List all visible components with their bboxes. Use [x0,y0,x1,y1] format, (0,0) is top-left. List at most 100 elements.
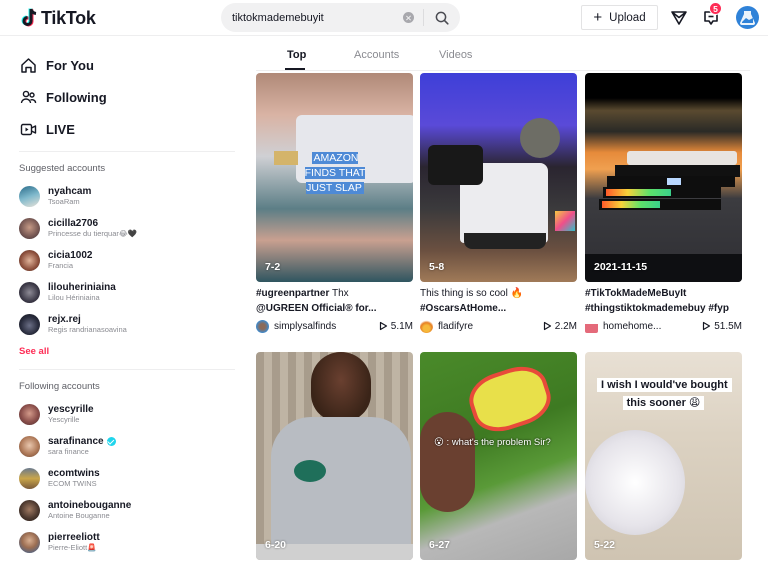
account-display-name: Pierre-Eliott🚨 [48,542,97,552]
caption-hashtag[interactable]: #TikTokMadeMeBuyIt [585,288,686,299]
see-all-link[interactable]: See all [19,346,49,357]
suggested-account[interactable]: cicilla2706 Princesse du tierquar😂🖤 [19,216,137,240]
led-shape [667,178,681,185]
avatar[interactable] [736,6,759,29]
logo-text: TikTok [41,7,96,28]
video-caption[interactable]: #TikTokMadeMeBuyIt #thingstiktokmademebu… [585,286,745,316]
video-meta: fladifyre 2.2M [420,318,577,334]
search-input[interactable] [221,3,403,32]
messages-button[interactable] [667,6,691,30]
led-meter-shape [602,201,660,208]
account-display-name: TsoaRam [48,196,80,206]
following-account[interactable]: pierreeliott Pierre-Eliott🚨 [19,530,100,554]
upload-button[interactable]: + Upload [581,5,658,30]
following-account[interactable]: yescyrille Yescyrille [19,402,94,426]
light-bar-shape [607,176,735,187]
avatar [19,467,40,489]
view-count: 51.5M [702,321,742,332]
account-username: cicilla2706 [48,217,99,229]
video-thumbnail[interactable]: I wish I would've bought this sooner 😩 5… [585,352,742,560]
video-thumbnail[interactable]: AMAZON FINDS THAT JUST SLAP 7-2 [256,73,413,282]
views-text: 51.5M [714,320,742,332]
author-name[interactable]: simplysalfinds [274,321,379,332]
home-icon [21,57,36,73]
video-date: 6-20 [265,539,287,551]
author-avatar[interactable] [585,319,598,333]
video-date: 5-22 [594,539,616,551]
video-meta: simplysalfinds 5.1M [256,318,413,334]
avatar [19,313,40,335]
account-username: yescyrille [48,403,94,415]
account-username: ecomtwins [48,467,100,479]
video-overlay-text: 😮 : what's the problem Sir? [434,437,551,448]
account-display-name: Antoine Bouganne [48,510,110,520]
author-name[interactable]: homehome... [603,321,702,332]
account-username: rejx.rej [48,313,81,325]
overlay-text: I wish I would've bought this sooner 😩 [597,378,732,410]
account-display-name: sara finance [48,446,89,456]
caption-hashtag[interactable]: #ugreenpartner [256,288,329,299]
sidebar-item-live[interactable]: LIVE [20,118,75,140]
account-display-name: Francia [48,260,74,270]
sidebar-item-following[interactable]: Following [20,86,107,108]
avatar [19,403,40,425]
video-thumbnail[interactable]: 2021-11-15 [585,73,742,282]
green-device-shape [294,460,326,482]
sidebar-item-for-you[interactable]: For You [20,54,94,76]
following-account[interactable]: antoinebouganne Antoine Bouganne [19,498,131,522]
light-bar-shape [603,187,721,198]
led-meter-shape [606,189,671,196]
tab-videos[interactable]: Videos [439,49,472,61]
tab-top[interactable]: Top [287,49,306,61]
search-bar [221,3,460,32]
video-thumbnail[interactable]: 5-8 [420,73,577,282]
video-date: 2021-11-15 [594,261,648,273]
author-avatar[interactable] [420,319,433,333]
avatar-image [740,11,755,25]
play-icon [543,321,551,331]
author-avatar[interactable] [256,319,269,333]
clear-search-icon[interactable] [403,12,414,23]
video-overlay-text: I wish I would've bought this sooner 😩 [597,376,732,412]
suggested-account[interactable]: lilouheriniaina Lilou Hériniaina [19,280,116,304]
account-username: nyahcam [48,185,92,197]
search-tabs: Top Accounts Videos [256,37,750,71]
following-account[interactable]: ecomtwins ECOM TWINS [19,466,100,490]
tab-accounts[interactable]: Accounts [354,49,399,61]
video-caption[interactable]: This thing is so cool 🔥 #OscarsAtHome... [420,286,580,316]
cup-shape [520,118,560,158]
avatar [19,531,40,553]
video-date: 5-8 [429,261,445,273]
caption-line2: #OscarsAtHome... [420,303,507,314]
top-header: TikTok + Upload 5 [0,0,768,36]
hand-shape [420,412,475,512]
author-name[interactable]: fladifyre [438,321,543,332]
nav-label: For You [46,57,94,73]
account-display-name: Lilou Hériniaina [48,292,100,302]
upload-label: Upload [609,11,646,24]
sticky-notes-shape [555,211,575,231]
suggested-account[interactable]: rejx.rej Regis randrianasoavina [19,312,127,336]
sidebar-divider [19,369,235,370]
account-display-name: Regis randrianasoavina [48,324,127,334]
account-username: lilouheriniaina [48,281,116,293]
person-head-shape [311,352,371,422]
video-thumbnail[interactable]: 6-20 [256,352,413,560]
suggested-accounts-title: Suggested accounts [19,163,106,174]
suggested-account[interactable]: cicia1002 Francia [19,248,93,272]
users-icon [20,90,37,103]
person-shirt-shape [271,417,411,560]
avatar [19,185,40,207]
video-meta: homehome... 51.5M [585,318,742,334]
following-accounts-title: Following accounts [19,381,100,392]
caption-line2: #thingstiktokmademebuy #fyp [585,303,729,314]
live-icon [20,123,37,135]
search-button[interactable] [424,3,460,32]
video-caption[interactable]: #ugreenpartner Thx @UGREEN Official® for… [256,286,416,316]
following-account[interactable]: sarafinance sara finance [19,434,116,458]
tiktok-logo[interactable]: TikTok [21,7,96,29]
suggested-account[interactable]: nyahcam TsoaRam [19,184,91,208]
video-thumbnail[interactable]: 😮 : what's the problem Sir? 6-27 [420,352,577,560]
plug-prong-shape [274,151,298,165]
video-overlay-text: AMAZON FINDS THAT JUST SLAP [302,151,368,196]
